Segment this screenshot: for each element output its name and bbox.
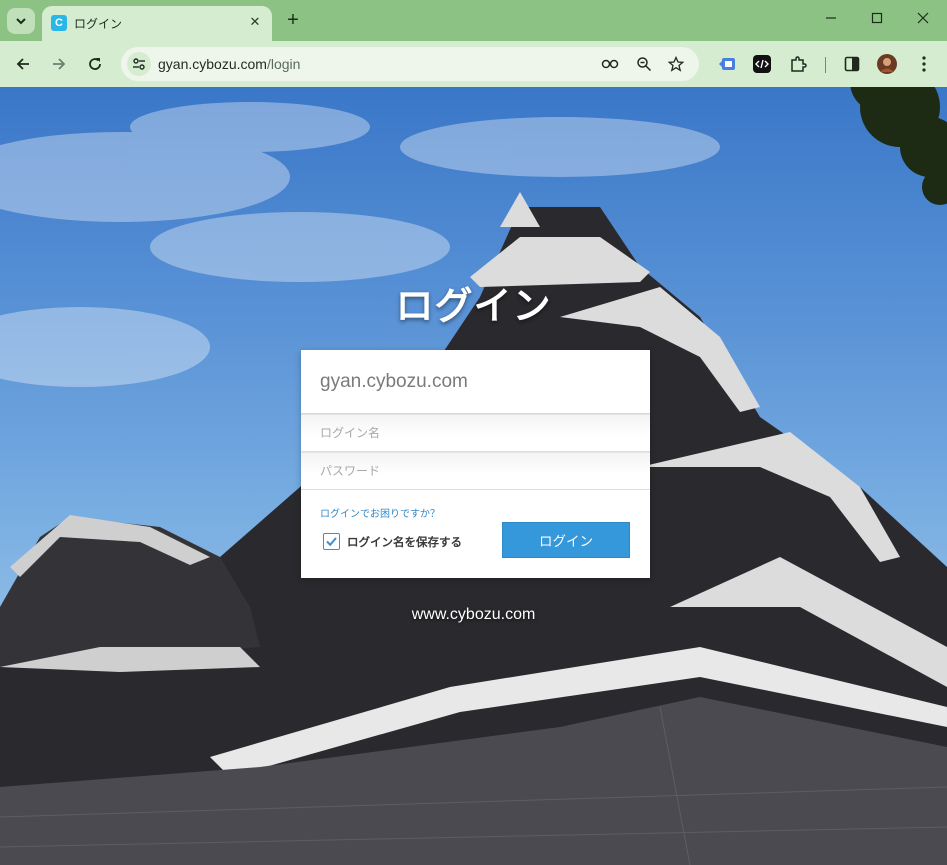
- remember-username-option[interactable]: ログイン名を保存する: [323, 533, 462, 550]
- browser-menu-button[interactable]: [913, 53, 935, 75]
- address-bar[interactable]: gyan.cybozu.com/login: [121, 47, 699, 81]
- login-page: ログイン gyan.cybozu.com ログインでお困りですか？ ログイン名を…: [0, 87, 947, 865]
- username-field-wrapper: [301, 414, 650, 452]
- login-heading: ログイン: [395, 286, 552, 328]
- zoom-button[interactable]: [634, 54, 654, 74]
- minimize-button[interactable]: [811, 6, 851, 34]
- site-info-button[interactable]: [127, 52, 151, 76]
- zoom-out-icon: [637, 57, 652, 72]
- login-button[interactable]: ログイン: [502, 522, 630, 558]
- extension-translate-button[interactable]: [716, 53, 738, 75]
- cybozu-footer-link[interactable]: www.cybozu.com: [0, 606, 947, 624]
- domain-header: gyan.cybozu.com: [301, 350, 650, 414]
- puzzle-icon: [791, 56, 807, 72]
- back-button[interactable]: [10, 51, 36, 77]
- url-host: gyan.cybozu.com: [158, 56, 267, 72]
- maximize-icon: [871, 12, 883, 24]
- login-form-card: gyan.cybozu.com ログインでお困りですか？ ログイン名を保存する …: [301, 350, 650, 578]
- side-panel-icon: [844, 56, 860, 72]
- browser-tab[interactable]: C ログイン ✕: [42, 6, 272, 41]
- key-icon: [601, 59, 619, 69]
- remember-label: ログイン名を保存する: [347, 536, 462, 549]
- star-icon: [668, 56, 684, 72]
- arrow-left-icon: [16, 58, 29, 70]
- login-help-link[interactable]: ログインでお困りですか？: [320, 505, 440, 520]
- url-text: gyan.cybozu.com/login: [158, 56, 300, 72]
- side-panel-button[interactable]: [841, 53, 863, 75]
- close-window-button[interactable]: [903, 6, 943, 34]
- new-tab-button[interactable]: +: [282, 9, 304, 31]
- arrow-right-icon: [53, 58, 66, 70]
- password-key-icon[interactable]: [601, 54, 621, 74]
- translate-icon: [719, 58, 735, 70]
- avatar-icon: [877, 54, 897, 74]
- maximize-button[interactable]: [857, 6, 897, 34]
- username-input[interactable]: [320, 415, 640, 451]
- profile-avatar[interactable]: [876, 53, 898, 75]
- close-icon: [917, 12, 929, 24]
- reload-button[interactable]: [82, 51, 108, 77]
- remember-checkbox[interactable]: [323, 533, 340, 550]
- domain-name: gyan.cybozu.com: [320, 371, 468, 392]
- password-input[interactable]: [320, 453, 640, 489]
- extensions-button[interactable]: [787, 53, 809, 75]
- checkmark-icon: [326, 537, 337, 547]
- bookmark-button[interactable]: [666, 54, 686, 74]
- url-path: /login: [266, 56, 301, 72]
- cybozu-favicon-icon: C: [51, 15, 67, 31]
- forward-button[interactable]: [46, 51, 72, 77]
- extension-devtools-button[interactable]: [751, 53, 773, 75]
- password-field-wrapper: [301, 452, 650, 490]
- tab-close-icon[interactable]: ✕: [246, 13, 264, 31]
- code-icon: [753, 55, 771, 73]
- tab-title: ログイン: [74, 17, 123, 31]
- browser-toolbar: gyan.cybozu.com/login: [0, 41, 947, 87]
- tab-search-button[interactable]: [7, 8, 35, 34]
- toolbar-separator: [825, 57, 826, 73]
- tune-icon: [133, 58, 145, 70]
- browser-titlebar: C ログイン ✕ +: [0, 0, 947, 41]
- reload-icon: [89, 58, 101, 70]
- chevron-down-icon: [16, 18, 26, 25]
- minimize-icon: [826, 17, 836, 19]
- more-vertical-icon: [922, 56, 926, 72]
